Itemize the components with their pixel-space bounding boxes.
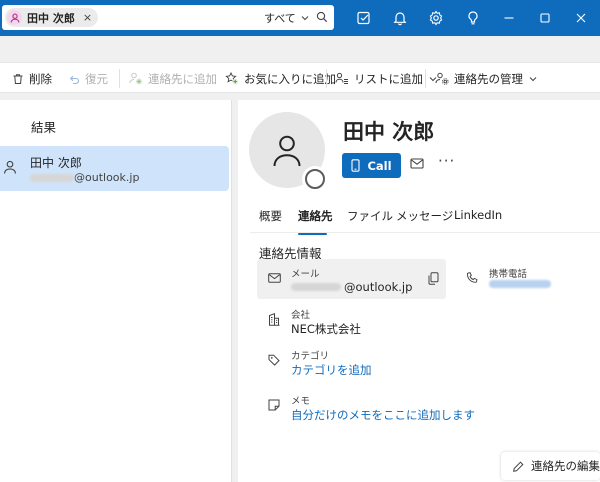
- phone-icon: [351, 159, 361, 172]
- gear-icon[interactable]: [427, 9, 445, 27]
- call-button[interactable]: Call: [342, 153, 401, 178]
- ribbon-divider: [326, 69, 327, 88]
- add-contact-button[interactable]: 連絡先に追加: [129, 63, 217, 94]
- note-icon: [268, 399, 280, 414]
- mail-icon[interactable]: [410, 158, 424, 172]
- bell-icon[interactable]: [391, 9, 409, 27]
- search-chip[interactable]: 田中 次郎 ×: [5, 8, 99, 27]
- memo-label: メモ: [291, 396, 311, 407]
- add-to-list-label: リストに追加: [354, 71, 423, 86]
- delete-label: 削除: [29, 71, 52, 86]
- mail-icon: [268, 272, 281, 286]
- tab-contact[interactable]: 連絡先: [298, 208, 333, 224]
- title-bar: 田中 次郎 × すべて: [0, 0, 600, 36]
- redacted-text: [30, 173, 74, 182]
- tab-overview[interactable]: 概要: [259, 208, 282, 224]
- mobile-phone-value[interactable]: [489, 280, 551, 288]
- add-favorite-label: お気に入りに追加: [244, 71, 336, 86]
- result-contact-email: @outlook.jp: [30, 171, 139, 184]
- copy-icon[interactable]: [428, 272, 439, 288]
- active-tab-indicator: [298, 233, 327, 235]
- add-category-link[interactable]: カテゴリを追加: [291, 362, 372, 378]
- call-label: Call: [367, 158, 392, 173]
- more-options-button[interactable]: ···: [438, 152, 455, 170]
- search-scope-dropdown[interactable]: すべて: [264, 10, 309, 26]
- undo-icon: [68, 73, 80, 85]
- person-icon: [7, 10, 22, 25]
- company-value: NEC株式会社: [291, 322, 361, 336]
- undo-button[interactable]: 復元: [68, 63, 108, 94]
- tab-messages[interactable]: メッセージ: [396, 208, 453, 224]
- chip-close-icon[interactable]: ×: [83, 11, 92, 24]
- chevron-down-icon: [301, 12, 309, 25]
- email-value: @outlook.jp: [291, 280, 412, 294]
- building-icon: [268, 312, 280, 329]
- trash-icon: [12, 73, 24, 85]
- tab-files[interactable]: ファイル: [347, 208, 393, 224]
- undo-label: 復元: [85, 71, 108, 86]
- tabs-divider: [250, 232, 600, 233]
- person-icon: [2, 159, 18, 178]
- phone-icon: [466, 272, 478, 287]
- lightbulb-icon[interactable]: [464, 9, 482, 27]
- maximize-icon[interactable]: [536, 9, 554, 27]
- add-favorite-button[interactable]: お気に入りに追加: [225, 63, 336, 94]
- ribbon-toolbar: 削除 復元 連絡先に追加 お気に入りに追加 リストに追加 連絡先の管理: [0, 62, 600, 93]
- email-label: メール: [291, 269, 320, 280]
- manage-contacts-label: 連絡先の管理: [454, 71, 523, 86]
- search-results-pane: 結果 田中 次郎 @outlook.jp: [0, 100, 232, 482]
- result-contact-name: 田中 次郎: [30, 156, 82, 170]
- tag-icon: [268, 354, 280, 369]
- star-add-icon: [225, 72, 239, 85]
- add-to-list-button[interactable]: リストに追加: [335, 63, 437, 94]
- search-box[interactable]: 田中 次郎 × すべて: [2, 5, 334, 30]
- result-item-contact[interactable]: 田中 次郎 @outlook.jp: [0, 146, 229, 191]
- close-icon[interactable]: [572, 9, 590, 27]
- search-icon[interactable]: [316, 11, 328, 26]
- redacted-text: [291, 283, 341, 291]
- search-chip-label: 田中 次郎: [27, 11, 75, 25]
- minimize-icon[interactable]: [500, 9, 518, 27]
- search-scope-label: すべて: [264, 12, 296, 25]
- mobile-phone-label: 携帯電話: [489, 269, 528, 280]
- contact-card: 田中 次郎 Call ··· 概要 連絡先 ファイル メッセージ LinkedI…: [238, 100, 600, 482]
- people-list-icon: [335, 72, 349, 85]
- edit-contact-label: 連絡先の編集: [531, 459, 600, 473]
- add-memo-link[interactable]: 自分だけのメモをここに追加します: [291, 407, 475, 423]
- contact-name: 田中 次郎: [343, 120, 435, 144]
- result-email-domain: @outlook.jp: [74, 171, 140, 184]
- redacted-text: [489, 280, 551, 288]
- pencil-icon: [513, 460, 524, 472]
- add-person-icon: [129, 72, 143, 85]
- ribbon-divider: [425, 69, 426, 88]
- edit-contact-button[interactable]: 連絡先の編集: [501, 452, 600, 480]
- add-contact-label: 連絡先に追加: [148, 71, 217, 86]
- manage-contacts-button[interactable]: 連絡先の管理: [435, 63, 537, 94]
- email-domain: @outlook.jp: [344, 280, 413, 294]
- ribbon-divider: [119, 69, 120, 88]
- tasks-icon[interactable]: [355, 9, 373, 27]
- tab-linkedin[interactable]: LinkedIn: [454, 208, 502, 222]
- person-icon: [273, 135, 301, 167]
- chevron-down-icon: [529, 75, 537, 83]
- person-settings-icon: [435, 72, 449, 85]
- presence-status-icon: [302, 166, 328, 192]
- delete-button[interactable]: 削除: [12, 63, 52, 94]
- company-label: 会社: [291, 310, 311, 321]
- contact-tabs: 概要 連絡先 ファイル メッセージ LinkedIn: [238, 206, 600, 235]
- category-label: カテゴリ: [291, 351, 330, 362]
- results-heading: 結果: [31, 120, 57, 135]
